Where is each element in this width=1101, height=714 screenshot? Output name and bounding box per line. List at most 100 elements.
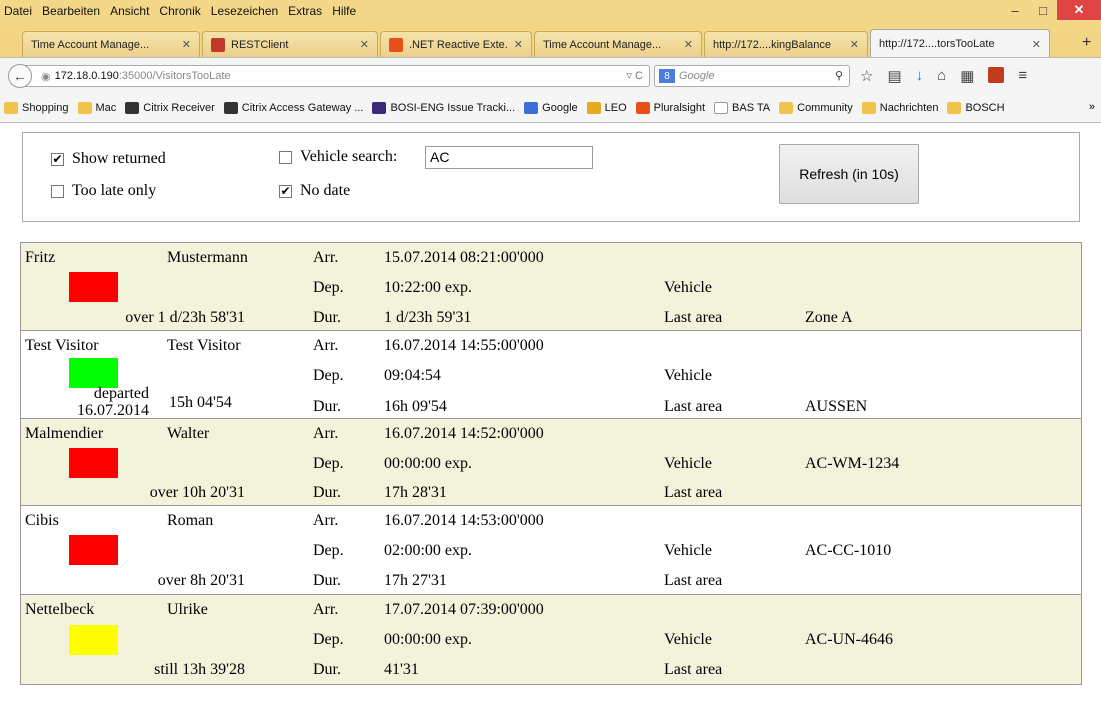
bookmark-citrix-receiver[interactable]: Citrix Receiver — [125, 101, 215, 114]
checkbox-box[interactable] — [279, 150, 292, 164]
back-button[interactable]: ← — [8, 64, 32, 88]
bookmark-star-icon[interactable]: ☆ — [860, 67, 873, 85]
duration-value: 17h 27'31 — [384, 572, 447, 589]
too-late-only-checkbox[interactable]: Too late only — [51, 182, 156, 200]
arrival-value: 16.07.2014 14:52:00'000 — [384, 425, 544, 442]
checkbox-box[interactable]: ✔ — [51, 152, 64, 166]
bookmark-pluralsight[interactable]: Pluralsight — [635, 101, 706, 114]
visitor-last-name: Mustermann — [167, 249, 248, 266]
tab-close-icon[interactable]: ✕ — [684, 38, 693, 51]
bookmark-shopping[interactable]: Shopping — [4, 101, 69, 114]
checkbox-box[interactable]: ✔ — [279, 184, 292, 198]
bookmark-mac[interactable]: Mac — [77, 101, 116, 114]
checkbox-box[interactable] — [51, 184, 64, 198]
bookmark-citrix-gateway[interactable]: Citrix Access Gateway ... — [223, 101, 364, 114]
bookmark-label: Google — [542, 101, 578, 114]
show-returned-checkbox[interactable]: ✔ Show returned — [51, 150, 166, 168]
hamburger-menu-icon[interactable]: ≡ — [1018, 67, 1027, 85]
bookmark-label: Pluralsight — [653, 101, 706, 114]
bookmark-google[interactable]: Google — [524, 101, 578, 114]
close-window-icon[interactable]: ✕ — [1057, 0, 1101, 20]
minimize-icon[interactable]: – — [1001, 0, 1029, 20]
vehicle-label: Vehicle — [664, 455, 712, 472]
vehicle-label: Vehicle — [664, 367, 712, 384]
refresh-button[interactable]: Refresh (in 10s) — [779, 144, 919, 204]
status-lamp — [69, 625, 118, 655]
tab-close-icon[interactable]: ✕ — [514, 38, 523, 51]
vehicle-search-input[interactable]: AC — [425, 146, 593, 169]
menu-bearbeiten[interactable]: Bearbeiten — [42, 4, 100, 18]
departure-value: 00:00:00 exp. — [384, 631, 472, 648]
tab-time-account-2[interactable]: Time Account Manage... ✕ — [534, 31, 702, 57]
bookmark-label: Community — [797, 101, 853, 114]
menu-datei[interactable]: Datei — [4, 4, 32, 18]
channel9-icon — [389, 37, 403, 52]
filter-panel: ✔ Show returned Too late only Vehicle se… — [22, 132, 1080, 222]
menu-chronik[interactable]: Chronik — [159, 4, 200, 18]
bookmark-label: Citrix Access Gateway ... — [241, 101, 364, 114]
tab-visitors-too-late[interactable]: http://172....torsTooLate ✕ — [870, 29, 1050, 58]
visitor-last-name: Ulrike — [167, 601, 208, 618]
home-icon[interactable]: ⌂ — [937, 67, 946, 85]
menu-ansicht[interactable]: Ansicht — [110, 4, 149, 18]
departure-label: Dep. — [313, 631, 344, 648]
reload-icon[interactable]: ▿ C — [626, 69, 643, 82]
maximize-icon[interactable]: □ — [1029, 0, 1057, 20]
no-date-checkbox[interactable]: ✔ No date — [279, 182, 350, 200]
tab-booking-balance[interactable]: http://172....kingBalance ✕ — [704, 31, 868, 57]
bookmark-label: BOSI-ENG Issue Tracki... — [390, 101, 516, 114]
menu-extras[interactable]: Extras — [288, 4, 322, 18]
bookmark-leo[interactable]: LEO — [586, 101, 627, 114]
status-line-2: 16.07.2014 — [77, 402, 149, 419]
bookmark-nachrichten[interactable]: Nachrichten — [861, 101, 938, 114]
duration-value: 41'31 — [384, 661, 419, 678]
search-input[interactable]: 8 Google ⚲ — [654, 65, 850, 87]
citrix-icon — [125, 101, 140, 114]
status-lamp — [69, 448, 118, 478]
navigation-bar: ◉ 172.18.0.190:35000/VisitorsTooLate ▿ C… — [0, 57, 1101, 93]
vehicle-label: Vehicle — [664, 279, 712, 296]
extension-icon[interactable] — [988, 67, 1005, 83]
too-late-only-label: Too late only — [72, 182, 157, 199]
bookmark-community[interactable]: Community — [779, 101, 853, 114]
arrival-label: Arr. — [313, 601, 339, 618]
visitor-first-name: Test Visitor — [25, 337, 99, 354]
tab-dotnet-reactive[interactable]: .NET Reactive Exte... ✕ — [380, 31, 532, 57]
download-icon[interactable]: ↓ — [916, 67, 924, 85]
addon-icon[interactable]: ▦ — [960, 67, 974, 85]
tab-close-icon[interactable]: ✕ — [1032, 38, 1041, 51]
departure-value: 10:22:00 exp. — [384, 279, 472, 296]
vehicle-value: AC-UN-4646 — [805, 631, 893, 648]
toolbar-icons: ☆ ▤ ↓ ⌂ ▦ ≡ — [860, 67, 1027, 85]
bookmark-label: Shopping — [22, 101, 69, 114]
menu-bar: Datei Bearbeiten Ansicht Chronik Lesezei… — [0, 0, 1101, 22]
duration-label: Dur. — [313, 661, 341, 678]
tab-label: Time Account Manage... — [543, 38, 662, 51]
visitor-row: Malmendier Walter over 10h 20'31 Arr. 16… — [21, 419, 1081, 506]
tab-close-icon[interactable]: ✕ — [850, 38, 859, 51]
url-bar[interactable]: ◉ 172.18.0.190:35000/VisitorsTooLate ▿ C — [24, 65, 650, 87]
tab-close-icon[interactable]: ✕ — [360, 38, 369, 51]
bookmark-bosch[interactable]: BOSCH — [947, 101, 1005, 114]
bookmarks-overflow-icon[interactable]: » — [1089, 101, 1095, 113]
vehicle-search-checkbox[interactable]: Vehicle search: — [279, 148, 397, 166]
tab-restclient[interactable]: RESTClient ✕ — [202, 31, 378, 57]
menu-hilfe[interactable]: Hilfe — [332, 4, 356, 18]
tab-time-account-1[interactable]: Time Account Manage... ✕ — [22, 31, 200, 57]
bookmark-bosi-eng[interactable]: BOSI-ENG Issue Tracki... — [372, 101, 516, 114]
leo-icon — [586, 101, 601, 114]
visitor-last-name: Roman — [167, 512, 214, 529]
last-area-label: Last area — [664, 309, 723, 326]
new-tab-icon[interactable]: + — [1082, 34, 1091, 52]
arrival-label: Arr. — [313, 425, 339, 442]
duration-value: 16h 09'54 — [384, 398, 447, 415]
reading-list-icon[interactable]: ▤ — [887, 67, 901, 85]
menu-lesezeichen[interactable]: Lesezeichen — [211, 4, 278, 18]
tab-close-icon[interactable]: ✕ — [182, 38, 191, 51]
duration-label: Dur. — [313, 572, 341, 589]
status-lamp — [69, 272, 118, 302]
departure-label: Dep. — [313, 279, 344, 296]
visitor-status: over 8h 20'31 — [157, 572, 245, 589]
search-icon[interactable]: ⚲ — [835, 69, 843, 82]
bookmark-bas-ta[interactable]: BAS TA — [714, 101, 770, 114]
